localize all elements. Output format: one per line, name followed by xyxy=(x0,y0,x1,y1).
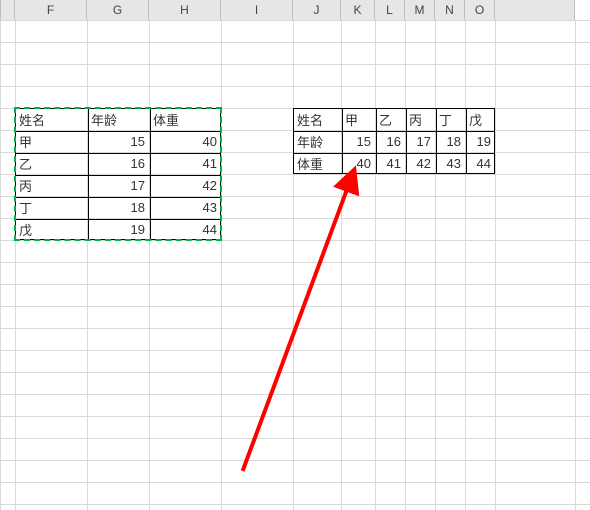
table-b-rowlabel[interactable]: 体重 xyxy=(293,152,341,174)
gridline-horizontal xyxy=(0,240,590,241)
gridline-horizontal xyxy=(0,482,590,483)
table-a-age-cell[interactable]: 16 xyxy=(87,152,149,174)
table-a-name-cell[interactable]: 丁 xyxy=(15,196,87,218)
arrow-line-icon xyxy=(243,187,348,471)
column-header-M[interactable]: M xyxy=(405,0,435,20)
table-b-weight-cell[interactable]: 44 xyxy=(465,152,495,174)
column-header-G[interactable]: G xyxy=(87,0,149,20)
table-a-age-cell[interactable]: 19 xyxy=(87,218,149,240)
table-a-header[interactable]: 姓名 xyxy=(15,108,87,130)
column-header-partial-right[interactable] xyxy=(495,0,575,20)
table-a-age-cell[interactable]: 15 xyxy=(87,130,149,152)
gridline-horizontal xyxy=(0,262,590,263)
gridline-vertical xyxy=(375,20,376,510)
annotation-arrow xyxy=(0,20,590,510)
column-header-F[interactable]: F xyxy=(15,0,87,20)
gridline-horizontal xyxy=(0,64,590,65)
table-a-name-cell[interactable]: 戊 xyxy=(15,218,87,240)
table-a-weight-cell[interactable]: 44 xyxy=(149,218,221,240)
gridline-horizontal xyxy=(0,284,590,285)
table-a-name-cell[interactable]: 甲 xyxy=(15,130,87,152)
column-header-J[interactable]: J xyxy=(293,0,341,20)
gridline-horizontal xyxy=(0,372,590,373)
table-b-age-cell[interactable]: 19 xyxy=(465,130,495,152)
column-header-I[interactable]: I xyxy=(221,0,293,20)
table-a-name-cell[interactable]: 乙 xyxy=(15,152,87,174)
gridline-vertical xyxy=(495,20,496,510)
table-a-weight-cell[interactable]: 40 xyxy=(149,130,221,152)
table-a-name-cell[interactable]: 丙 xyxy=(15,174,87,196)
gridline-vertical xyxy=(465,20,466,510)
table-a-age-cell[interactable]: 18 xyxy=(87,196,149,218)
table-b-name-cell[interactable]: 戊 xyxy=(465,108,495,130)
table-b-age-cell[interactable]: 17 xyxy=(405,130,435,152)
column-headers: FGHIJKLMNO xyxy=(0,0,575,21)
table-b-weight-cell[interactable]: 40 xyxy=(341,152,375,174)
table-a-header[interactable]: 体重 xyxy=(149,108,221,130)
gridline-vertical xyxy=(15,20,16,510)
table-b-age-cell[interactable]: 15 xyxy=(341,130,375,152)
table-a-age-cell[interactable]: 17 xyxy=(87,174,149,196)
table-a-weight-cell[interactable]: 41 xyxy=(149,152,221,174)
table-b-name-cell[interactable]: 乙 xyxy=(375,108,405,130)
gridline-horizontal xyxy=(0,20,590,21)
column-header-L[interactable]: L xyxy=(375,0,405,20)
gridline-vertical xyxy=(221,20,222,510)
table-b-rowlabel[interactable]: 姓名 xyxy=(293,108,341,130)
gridline-vertical xyxy=(435,20,436,510)
table-b-name-cell[interactable]: 丁 xyxy=(435,108,465,130)
gridline-vertical xyxy=(149,20,150,510)
gridline-vertical xyxy=(293,20,294,510)
gridline-vertical xyxy=(575,20,576,510)
column-header-N[interactable]: N xyxy=(435,0,465,20)
table-b-age-cell[interactable]: 16 xyxy=(375,130,405,152)
table-a-weight-cell[interactable]: 43 xyxy=(149,196,221,218)
table-b-name-cell[interactable]: 甲 xyxy=(341,108,375,130)
table-b-rowlabel[interactable]: 年龄 xyxy=(293,130,341,152)
gridline-horizontal xyxy=(0,416,590,417)
gridline-vertical xyxy=(341,20,342,510)
table-b-weight-cell[interactable]: 41 xyxy=(375,152,405,174)
spreadsheet-viewport: FGHIJKLMNO 姓名年龄体重甲1540乙1641丙1742丁1843戊19… xyxy=(0,0,590,510)
gridline-vertical xyxy=(0,20,1,510)
column-header-H[interactable]: H xyxy=(149,0,221,20)
table-b-weight-cell[interactable]: 42 xyxy=(405,152,435,174)
gridline-horizontal xyxy=(0,438,590,439)
gridline-horizontal xyxy=(0,394,590,395)
gridline-horizontal xyxy=(0,350,590,351)
cells-grid[interactable]: 姓名年龄体重甲1540乙1641丙1742丁1843戊1944姓名年龄体重甲15… xyxy=(0,20,590,510)
column-header-partial-left[interactable] xyxy=(0,0,15,20)
table-a-weight-cell[interactable]: 42 xyxy=(149,174,221,196)
column-header-O[interactable]: O xyxy=(465,0,495,20)
gridline-horizontal xyxy=(0,306,590,307)
column-header-K[interactable]: K xyxy=(341,0,375,20)
table-b-name-cell[interactable]: 丙 xyxy=(405,108,435,130)
gridline-vertical xyxy=(405,20,406,510)
gridline-horizontal xyxy=(0,460,590,461)
gridline-vertical xyxy=(87,20,88,510)
gridline-horizontal xyxy=(0,86,590,87)
gridline-horizontal xyxy=(0,504,590,505)
table-b-weight-cell[interactable]: 43 xyxy=(435,152,465,174)
table-a-header[interactable]: 年龄 xyxy=(87,108,149,130)
table-b-age-cell[interactable]: 18 xyxy=(435,130,465,152)
gridline-horizontal xyxy=(0,328,590,329)
gridline-horizontal xyxy=(0,42,590,43)
